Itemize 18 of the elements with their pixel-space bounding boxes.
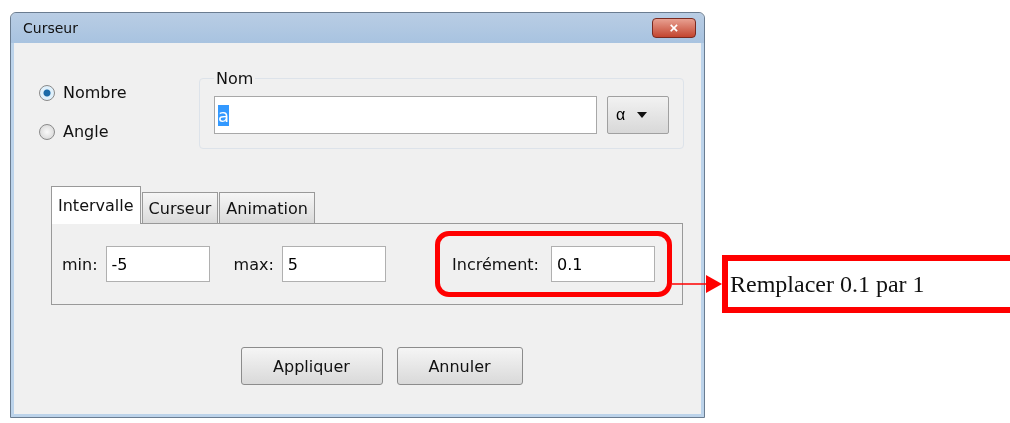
- tab[interactable]: Curseur: [141, 192, 219, 224]
- radio-option[interactable]: Angle: [39, 122, 159, 141]
- tab[interactable]: Animation: [219, 192, 315, 224]
- field-label: min:: [62, 254, 98, 274]
- input-field[interactable]: -5: [105, 246, 210, 282]
- group-legend: Nom: [214, 69, 256, 88]
- tab[interactable]: Intervalle: [51, 186, 141, 224]
- annotation-callout: Remplacer 0.1 par 1: [722, 255, 1010, 313]
- symbol-dropdown[interactable]: α: [607, 96, 669, 134]
- dialog-button[interactable]: Appliquer: [240, 347, 383, 385]
- input-field[interactable]: 0.1: [551, 246, 655, 282]
- dialog-button[interactable]: Annuler: [396, 347, 523, 385]
- window-title: Curseur: [23, 20, 78, 36]
- field-label: Incrément:: [452, 254, 539, 274]
- field-label: max:: [233, 254, 274, 274]
- radio-option[interactable]: Nombre: [39, 83, 159, 102]
- input-field[interactable]: 5: [281, 246, 386, 282]
- caret-icon: [637, 112, 648, 118]
